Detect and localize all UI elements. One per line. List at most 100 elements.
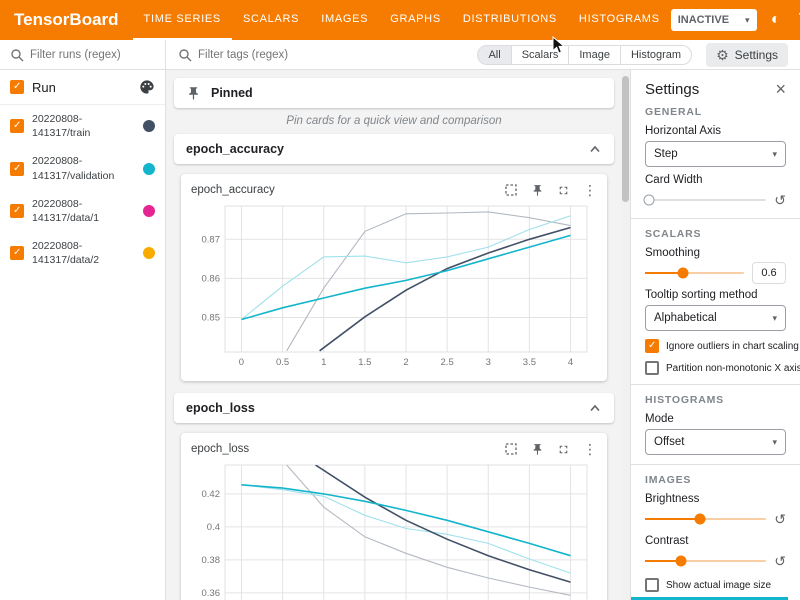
card-width-slider[interactable]	[645, 199, 766, 201]
scalar-chart-epoch-accuracy[interactable]: 00.511.522.533.540.850.860.87	[191, 200, 595, 370]
tab-histograms[interactable]: HISTOGRAMS	[568, 0, 671, 40]
run-checkbox[interactable]	[10, 162, 24, 176]
theme-toggle-icon[interactable]: ◐	[766, 12, 786, 28]
scalar-chart-epoch-loss[interactable]: 0.360.380.40.42	[191, 459, 595, 600]
section-header-epoch-accuracy[interactable]: epoch_accuracy	[174, 134, 614, 164]
pin-hint-text: Pin cards for a quick view and compariso…	[174, 108, 614, 134]
actual-image-size-label: Show actual image size	[666, 580, 771, 591]
fit-to-data-icon[interactable]	[504, 442, 518, 456]
horizontal-axis-label: Horizontal Axis	[645, 125, 786, 137]
horizontal-axis-select[interactable]: Step ▾	[645, 141, 786, 167]
plugin-filter-group: All Scalars Image Histogram	[477, 45, 692, 65]
histogram-mode-select[interactable]: Offset ▾	[645, 429, 786, 455]
mouse-cursor	[552, 36, 567, 55]
cards-area: Pinned Pin cards for a quick view and co…	[166, 70, 630, 600]
partition-x-axis-checkbox[interactable]	[645, 361, 659, 375]
tab-scalars[interactable]: SCALARS	[232, 0, 310, 40]
reset-icon[interactable]: ↺	[774, 554, 786, 568]
svg-text:0.87: 0.87	[202, 234, 221, 245]
chevron-down-icon: ▾	[772, 313, 777, 324]
slider-thumb[interactable]	[676, 556, 687, 567]
chevron-down-icon: ▾	[745, 15, 750, 26]
close-icon[interactable]: ×	[775, 80, 786, 98]
tooltip-sorting-label: Tooltip sorting method	[645, 289, 786, 301]
pinned-section-header[interactable]: Pinned	[174, 78, 614, 108]
pin-card-icon[interactable]	[531, 443, 544, 456]
smoothing-label: Smoothing	[645, 247, 786, 259]
run-item[interactable]: 20220808-141317/data/2	[0, 232, 165, 274]
slider-thumb[interactable]	[677, 268, 688, 279]
run-name: 20220808-141317/data/2	[32, 239, 135, 267]
slider-fill	[645, 518, 700, 520]
run-color-dot[interactable]	[143, 163, 155, 175]
ignore-outliers-label: Ignore outliers in chart scaling	[666, 341, 799, 352]
reload-status-select[interactable]: INACTIVE ▾	[671, 9, 757, 31]
svg-text:2: 2	[403, 357, 408, 368]
tooltip-sorting-select[interactable]: Alphabetical ▾	[645, 305, 786, 331]
tab-distributions[interactable]: DISTRIBUTIONS	[452, 0, 568, 40]
refresh-icon[interactable]: ↻	[795, 12, 800, 28]
run-item[interactable]: 20220808-141317/train	[0, 105, 165, 147]
tab-time-series[interactable]: TIME SERIES	[133, 0, 232, 40]
fit-to-data-icon[interactable]	[504, 183, 518, 197]
svg-text:0.85: 0.85	[202, 313, 221, 324]
tags-filter-input[interactable]	[198, 49, 348, 61]
runs-sidebar: Run 20220808-141317/train 20220808-14131…	[0, 40, 166, 600]
section-title: epoch_loss	[186, 401, 255, 415]
run-checkbox[interactable]	[10, 119, 24, 133]
vertical-scrollbar[interactable]	[621, 70, 630, 600]
settings-button[interactable]: ⚙ Settings	[706, 43, 788, 67]
settings-title: Settings	[645, 81, 699, 98]
fullscreen-icon[interactable]	[557, 184, 570, 197]
run-item[interactable]: 20220808-141317/data/1	[0, 190, 165, 232]
contrast-slider[interactable]	[645, 560, 766, 562]
section-title: epoch_accuracy	[186, 142, 284, 156]
more-options-icon[interactable]: ⋮	[583, 442, 597, 456]
select-all-runs-checkbox[interactable]	[10, 80, 24, 94]
runs-filter-input[interactable]	[30, 49, 155, 61]
filter-pill-image[interactable]: Image	[568, 45, 621, 65]
histogram-mode-label: Mode	[645, 413, 786, 425]
run-color-dot[interactable]	[143, 205, 155, 217]
run-color-dot[interactable]	[143, 247, 155, 259]
filter-pill-histogram[interactable]: Histogram	[620, 45, 692, 65]
smoothing-value-input[interactable]: 0.6	[752, 262, 786, 284]
svg-text:0.42: 0.42	[202, 489, 221, 500]
actual-image-size-checkbox[interactable]	[645, 578, 659, 592]
svg-text:4: 4	[568, 357, 573, 368]
chevron-up-icon[interactable]	[588, 143, 602, 155]
tab-images[interactable]: IMAGES	[310, 0, 379, 40]
run-color-dot[interactable]	[143, 120, 155, 132]
slider-thumb[interactable]	[643, 195, 654, 206]
ignore-outliers-checkbox[interactable]	[645, 339, 659, 353]
fullscreen-icon[interactable]	[557, 443, 570, 456]
run-checkbox[interactable]	[10, 204, 24, 218]
search-icon	[10, 48, 24, 62]
tooltip-sorting-value: Alphabetical	[654, 312, 717, 324]
svg-text:0.38: 0.38	[202, 555, 221, 566]
contrast-label: Contrast	[645, 535, 786, 547]
smoothing-slider[interactable]	[645, 272, 744, 274]
svg-text:2.5: 2.5	[441, 357, 454, 368]
scalar-card-epoch-accuracy: epoch_accuracy ⋮	[181, 174, 607, 381]
more-options-icon[interactable]: ⋮	[583, 183, 597, 197]
svg-text:0: 0	[239, 357, 244, 368]
tab-graphs[interactable]: GRAPHS	[379, 0, 452, 40]
section-header-epoch-loss[interactable]: epoch_loss	[174, 393, 614, 423]
chevron-down-icon: ▾	[772, 149, 777, 160]
filter-pill-all[interactable]: All	[477, 45, 511, 65]
palette-icon[interactable]	[139, 79, 155, 95]
slider-thumb[interactable]	[694, 514, 705, 525]
reset-icon[interactable]: ↺	[774, 193, 786, 207]
scalars-heading: SCALARS	[645, 228, 786, 240]
divider	[631, 464, 800, 465]
scrollbar-thumb[interactable]	[622, 76, 629, 202]
run-item[interactable]: 20220808-141317/validation	[0, 147, 165, 189]
pin-card-icon[interactable]	[531, 184, 544, 197]
reset-icon[interactable]: ↺	[774, 512, 786, 526]
chevron-up-icon[interactable]	[588, 402, 602, 414]
settings-button-label: Settings	[735, 48, 778, 62]
divider	[631, 218, 800, 219]
brightness-slider[interactable]	[645, 518, 766, 520]
run-checkbox[interactable]	[10, 246, 24, 260]
